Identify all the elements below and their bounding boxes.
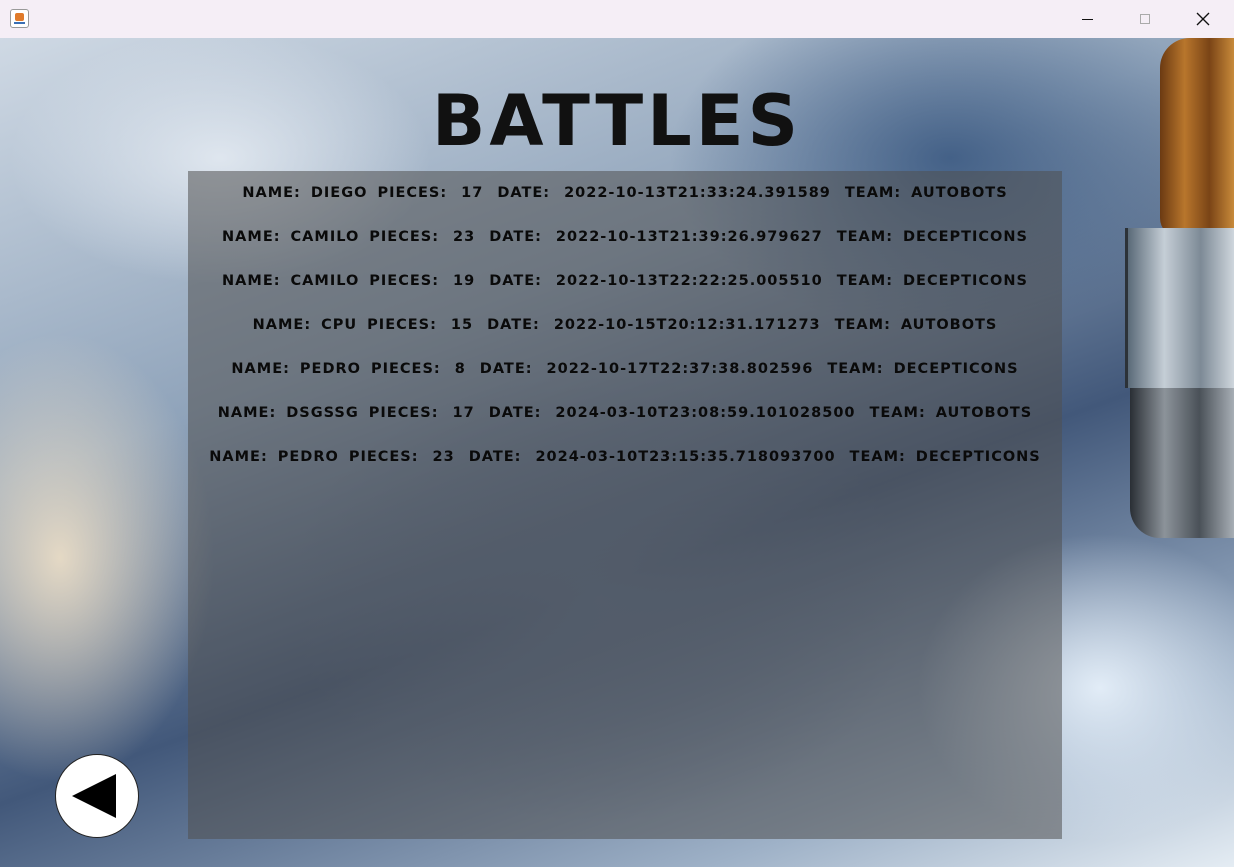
java-cup-icon[interactable] — [10, 9, 29, 28]
battle-team: AUTOBOTS — [900, 317, 998, 333]
battle-team: AUTOBOTS — [935, 405, 1033, 421]
name-label: NAME: — [209, 449, 268, 465]
close-icon — [1196, 12, 1210, 26]
minimize-icon — [1081, 18, 1093, 20]
battle-pieces: 19 — [453, 273, 476, 289]
battle-pieces: 8 — [454, 361, 466, 377]
battle-pieces: 17 — [461, 185, 484, 201]
name-label: NAME: — [217, 405, 277, 421]
title-bar — [0, 0, 1234, 39]
back-arrow-icon — [72, 774, 116, 818]
battle-team: DECEPTICONS — [893, 361, 1019, 377]
battle-pieces: 17 — [452, 405, 475, 421]
maximize-icon — [1140, 14, 1150, 24]
battle-row: NAME: PEDRO PIECES: 8 DATE: 2022-10-17T22:3… — [188, 347, 1062, 391]
battle-team: DECEPTICONS — [903, 273, 1028, 289]
battle-name: PEDRO — [277, 449, 339, 465]
battle-date: 2022-10-15T20:12:31.171273 — [553, 317, 821, 333]
battle-row: NAME: CPU PIECES: 15 DATE: 2022-10-15T20:12… — [188, 303, 1062, 347]
back-button[interactable] — [55, 754, 139, 838]
team-label: TEAM: — [844, 185, 902, 201]
battle-pieces: 23 — [453, 229, 476, 245]
battle-pieces: 23 — [432, 449, 455, 465]
pieces-label: PIECES: — [370, 361, 441, 377]
battle-team: DECEPTICONS — [915, 449, 1041, 465]
battles-list: NAME: DIEGO PIECES: 17 DATE: 2022-10-13T21:… — [188, 171, 1062, 479]
name-label: NAME: — [222, 273, 281, 289]
close-button[interactable] — [1174, 0, 1232, 38]
battle-row: NAME: DSGSSG PIECES: 17 DATE: 2024-03-10T23… — [188, 391, 1062, 435]
pieces-label: PIECES: — [368, 405, 439, 421]
battle-row: NAME: DIEGO PIECES: 17 DATE: 2022-10-13T21:… — [188, 171, 1062, 215]
date-label: DATE: — [488, 405, 542, 421]
battle-date: 2022-10-13T21:33:24.391589 — [564, 185, 831, 201]
pieces-label: PIECES: — [348, 449, 419, 465]
name-label: NAME: — [231, 361, 290, 377]
battle-date: 2022-10-13T21:39:26.979627 — [555, 229, 823, 245]
name-label: NAME: — [222, 229, 281, 245]
pieces-label: PIECES: — [369, 273, 439, 289]
name-label: NAME: — [252, 317, 312, 333]
battle-name: CAMILO — [290, 273, 360, 289]
team-label: TEAM: — [869, 405, 926, 421]
minimize-button[interactable] — [1058, 0, 1116, 38]
battle-team: AUTOBOTS — [911, 185, 1008, 201]
team-label: TEAM: — [827, 361, 884, 377]
date-label: DATE: — [479, 361, 533, 377]
battle-row: NAME: CAMILO PIECES: 19 DATE: 2022-10-13T22… — [188, 259, 1062, 303]
battle-date: 2022-10-13T22:22:25.005510 — [555, 273, 823, 289]
battle-name: DIEGO — [310, 185, 368, 201]
battle-date: 2024-03-10T23:15:35.718093700 — [535, 449, 836, 465]
date-label: DATE: — [487, 317, 540, 333]
battle-row: NAME: PEDRO PIECES: 23 DATE: 2024-03-10T23:… — [188, 435, 1062, 479]
battle-name: CAMILO — [290, 229, 360, 245]
battle-team: DECEPTICONS — [903, 229, 1028, 245]
battle-name: CPU — [321, 317, 358, 333]
team-label: TEAM: — [834, 317, 891, 333]
date-label: DATE: — [489, 273, 542, 289]
battle-pieces: 15 — [450, 317, 474, 333]
date-label: DATE: — [489, 229, 542, 245]
maximize-button[interactable] — [1116, 0, 1174, 38]
date-label: DATE: — [468, 449, 522, 465]
date-label: DATE: — [497, 185, 551, 201]
battle-date: 2024-03-10T23:08:59.101028500 — [555, 405, 856, 421]
page-title: BATTLES — [431, 80, 803, 162]
earth-background: BATTLES NAME: DIEGO PIECES: 17 DATE: 2022-1… — [0, 38, 1234, 867]
pieces-label: PIECES: — [369, 229, 439, 245]
team-label: TEAM: — [836, 273, 893, 289]
app-window: BATTLES NAME: DIEGO PIECES: 17 DATE: 2022-1… — [0, 0, 1234, 867]
battle-date: 2022-10-17T22:37:38.802596 — [546, 361, 814, 377]
team-label: TEAM: — [849, 449, 906, 465]
battle-name: PEDRO — [299, 361, 361, 377]
battle-name: DSGSSG — [286, 405, 359, 421]
pieces-label: PIECES: — [377, 185, 448, 201]
team-label: TEAM: — [836, 229, 893, 245]
pieces-label: PIECES: — [367, 317, 437, 333]
name-label: NAME: — [242, 185, 301, 201]
battle-row: NAME: CAMILO PIECES: 23 DATE: 2022-10-13T21… — [188, 215, 1062, 259]
